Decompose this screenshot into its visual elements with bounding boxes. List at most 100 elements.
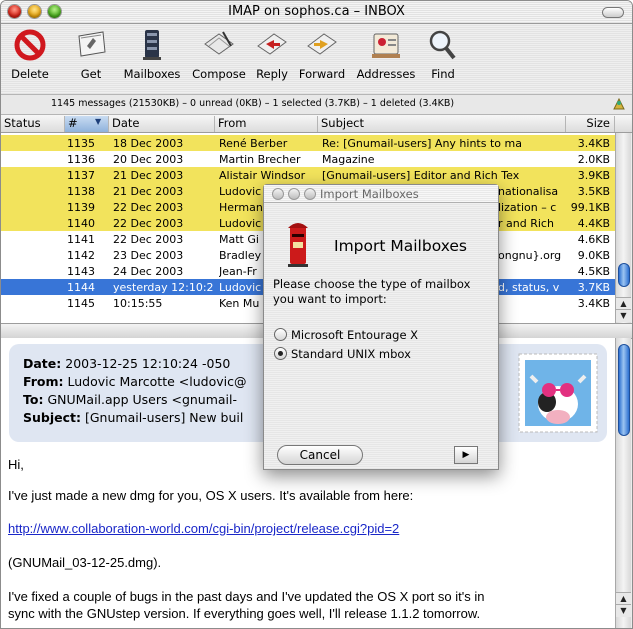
reply-button[interactable]: Reply <box>252 28 292 81</box>
row-date: yesterday 12:10:2 <box>113 281 213 294</box>
dialog-window-title: Import Mailboxes <box>320 187 419 201</box>
radio-button-selected[interactable] <box>274 347 287 360</box>
radio-unix-mbox[interactable]: Standard UNIX mbox <box>274 347 411 361</box>
row-subject: ongnu}.org <box>498 249 562 262</box>
message-row[interactable]: M 1135 18 Dec 2003 René Berber Re: [Gnum… <box>1 135 615 151</box>
row-subject: r and Rich <box>498 217 554 230</box>
row-size: 4.4KB <box>577 217 610 230</box>
column-status[interactable]: Status <box>1 116 65 132</box>
row-number: 1137 <box>67 169 95 182</box>
body-paragraph: I've just made a new dmg for you, OS X u… <box>8 488 414 503</box>
row-size: 3.9KB <box>577 169 610 182</box>
scroll-down-arrow[interactable]: ▼ <box>616 604 631 617</box>
column-date[interactable]: Date <box>109 116 215 132</box>
row-subject: [Gnumail-users] Editor and Rich Tex <box>322 169 520 182</box>
message-row[interactable]: M A 1137 21 Dec 2003 Alistair Windsor [G… <box>1 167 615 183</box>
body-paragraph: I've fixed a couple of bugs in the past … <box>8 589 485 604</box>
body-greeting: Hi, <box>8 457 24 472</box>
compose-button[interactable]: Compose <box>189 28 249 81</box>
row-size: 2.0KB <box>577 153 610 166</box>
addresses-button[interactable]: Addresses <box>353 28 419 81</box>
row-from: Martin Brecher <box>219 153 301 166</box>
row-size: 3.7KB <box>577 281 610 294</box>
import-mailboxes-dialog: Import Mailboxes Import Mailboxes Please… <box>263 184 499 470</box>
delete-button[interactable]: Delete <box>5 28 55 81</box>
dialog-close-button[interactable] <box>272 188 284 200</box>
row-subject: Re: [Gnumail-users] Any hints to ma <box>322 137 522 150</box>
window-title: IMAP on sophos.ca – INBOX <box>228 4 405 19</box>
toolbar-toggle-button[interactable] <box>602 7 624 18</box>
column-subject[interactable]: Subject <box>318 116 566 132</box>
column-number[interactable]: # ▼ <box>65 116 109 132</box>
sort-descending-icon: ▼ <box>95 117 102 126</box>
row-date: 22 Dec 2003 <box>113 233 184 246</box>
header-subject: Subject: [Gnumail-users] New buil <box>23 410 244 425</box>
column-size[interactable]: Size <box>566 116 615 132</box>
row-from: René Berber <box>219 137 288 150</box>
mailbox-icon <box>288 223 308 267</box>
row-size: 9.0KB <box>577 249 610 262</box>
dialog-heading: Import Mailboxes <box>334 237 468 255</box>
row-date: 23 Dec 2003 <box>113 249 184 262</box>
dialog-zoom-button[interactable] <box>304 188 316 200</box>
row-number: 1141 <box>67 233 95 246</box>
delete-icon <box>14 29 46 61</box>
row-subject: nationalisa <box>498 185 559 198</box>
row-date: 22 Dec 2003 <box>113 217 184 230</box>
row-size: 3.4KB <box>577 297 610 310</box>
radio-entourage[interactable]: Microsoft Entourage X <box>274 328 418 342</box>
header-to: To: GNUMail.app Users <gnumail- <box>23 392 238 407</box>
row-date: 21 Dec 2003 <box>113 185 184 198</box>
row-number: 1139 <box>67 201 95 214</box>
preview-scrollbar[interactable]: ▲ ▼ <box>615 338 631 628</box>
row-number: 1140 <box>67 217 95 230</box>
row-number: 1136 <box>67 153 95 166</box>
body-paragraph: (GNUMail_03-12-25.dmg). <box>8 555 162 570</box>
row-date: 24 Dec 2003 <box>113 265 184 278</box>
dialog-prompt: Please choose the type of mailbox you wa… <box>273 277 471 306</box>
sender-avatar-stamp <box>518 353 598 433</box>
row-number: 1143 <box>67 265 95 278</box>
scroll-thumb[interactable] <box>618 344 630 436</box>
row-size: 4.5KB <box>577 265 610 278</box>
message-row[interactable]: M A 1136 20 Dec 2003 Martin Brecher Maga… <box>1 151 615 167</box>
dialog-minimize-button[interactable] <box>288 188 300 200</box>
row-subject: d, status, v <box>498 281 560 294</box>
scroll-down-arrow[interactable]: ▼ <box>616 309 631 322</box>
get-mail-icon <box>78 31 106 57</box>
row-number: 1142 <box>67 249 95 262</box>
cancel-button[interactable]: Cancel <box>277 445 363 465</box>
reply-icon <box>257 33 287 55</box>
get-mail-button[interactable]: Get <box>71 28 111 81</box>
row-date: 22 Dec 2003 <box>113 201 184 214</box>
row-date: 10:15:55 <box>113 297 163 310</box>
message-list-scrollbar[interactable]: ▲ ▼ <box>615 133 631 323</box>
row-subject: Magazine <box>322 153 375 166</box>
find-button[interactable]: Find <box>425 28 461 81</box>
forward-icon <box>307 33 337 55</box>
forward-button[interactable]: Forward <box>295 28 349 81</box>
next-button[interactable]: ▶ <box>454 446 478 464</box>
connection-status-icon <box>613 97 625 110</box>
row-number: 1138 <box>67 185 95 198</box>
release-link[interactable]: http://www.collaboration-world.com/cgi-b… <box>8 521 399 536</box>
column-from[interactable]: From <box>215 116 318 132</box>
row-subject: lization – c <box>498 201 557 214</box>
body-paragraph: sync with the GNUstep version. If everyt… <box>8 606 481 621</box>
title-bar[interactable]: IMAP on sophos.ca – INBOX <box>1 1 632 24</box>
radio-button[interactable] <box>274 328 287 341</box>
row-number: 1144 <box>67 281 95 294</box>
row-size: 99.1KB <box>570 201 610 214</box>
dialog-title-bar[interactable]: Import Mailboxes <box>264 185 498 203</box>
row-from: Alistair Windsor <box>219 169 306 182</box>
row-size: 3.4KB <box>577 137 610 150</box>
header-from: From: Ludovic Marcotte <ludovic@ <box>23 374 247 389</box>
row-number: 1135 <box>67 137 95 150</box>
find-icon <box>429 30 456 60</box>
addresses-icon <box>372 33 400 58</box>
mailboxes-button[interactable]: Mailboxes <box>117 28 187 81</box>
scroll-thumb[interactable] <box>618 263 630 287</box>
row-number: 1145 <box>67 297 95 310</box>
header-date: Date: 2003-12-25 12:10:24 -050 <box>23 356 231 371</box>
mail-window: IMAP on sophos.ca – INBOX Delete Get Mai… <box>0 0 633 629</box>
